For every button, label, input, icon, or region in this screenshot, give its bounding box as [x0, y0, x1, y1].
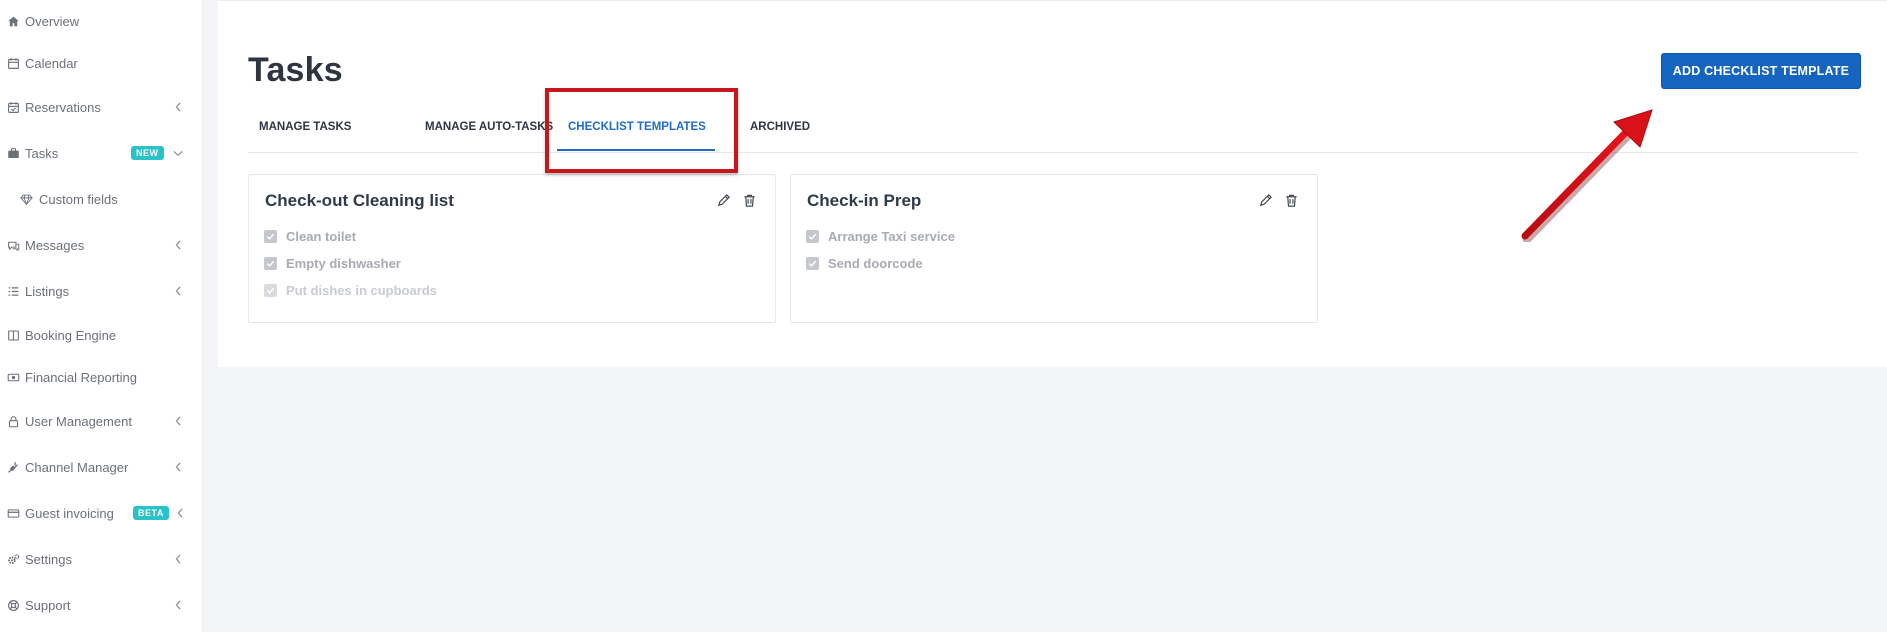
plug-icon — [6, 460, 20, 474]
home-icon — [6, 14, 20, 28]
card-actions — [715, 192, 757, 208]
sidebar-item-label: Channel Manager — [25, 459, 129, 475]
sidebar-item-booking-engine[interactable]: Booking Engine — [0, 320, 203, 350]
card-title: Check-out Cleaning list — [265, 191, 454, 210]
sidebar-item-label: Messages — [25, 237, 85, 253]
checklist-card: Check-out Cleaning list Clean toilet Emp… — [248, 174, 776, 323]
sidebar-item-custom-fields[interactable]: Custom fields — [0, 184, 203, 214]
checklist-card: Check-in Prep Arrange Taxi service Send … — [790, 174, 1318, 323]
sidebar-item-financial-reporting[interactable]: Financial Reporting — [0, 362, 203, 392]
list-icon — [6, 284, 20, 298]
card-title: Check-in Prep — [807, 191, 922, 210]
page-title: Tasks — [248, 51, 343, 89]
chevron-down-icon — [173, 146, 183, 160]
annotation-arrow-icon — [1521, 109, 1653, 242]
sidebar-item-overview[interactable]: Overview — [0, 6, 203, 36]
tab-manage-auto-tasks[interactable]: MANAGE AUTO-TASKS — [425, 121, 553, 133]
sidebar: Overview Calendar Reservations Tasks NEW… — [0, 0, 203, 632]
sidebar-item-label: User Management — [25, 413, 132, 429]
lock-icon — [6, 414, 20, 428]
sidebar-item-label: Overview — [25, 13, 80, 29]
briefcase-icon — [6, 146, 20, 160]
chevron-left-icon — [173, 100, 183, 114]
sidebar-item-label: Tasks — [25, 145, 59, 161]
chevron-left-icon — [173, 552, 183, 566]
sidebar-item-label: Financial Reporting — [25, 369, 138, 385]
pencil-icon[interactable] — [715, 192, 731, 208]
sidebar-item-settings[interactable]: Settings — [0, 544, 203, 574]
tab-manage-tasks[interactable]: MANAGE TASKS — [259, 121, 351, 133]
chat-icon — [6, 238, 20, 252]
checkbox[interactable] — [264, 257, 277, 270]
beta-badge: BETA — [133, 506, 169, 520]
sidebar-item-calendar[interactable]: Calendar — [0, 48, 203, 78]
sidebar-item-label: Reservations — [25, 99, 101, 115]
checklist-item: Clean toilet — [264, 229, 356, 244]
trash-icon[interactable] — [1283, 192, 1299, 208]
chevron-left-icon — [173, 598, 183, 612]
sidebar-item-label: Guest invoicing — [25, 505, 114, 521]
sidebar-item-label: Custom fields — [39, 191, 118, 207]
diamond-icon — [19, 192, 33, 206]
sidebar-item-tasks[interactable]: Tasks NEW — [0, 138, 203, 168]
checklist-item: Arrange Taxi service — [806, 229, 955, 244]
sidebar-item-label: Support — [25, 597, 71, 613]
lifebuoy-icon — [6, 598, 20, 612]
sidebar-item-user-management[interactable]: User Management — [0, 406, 203, 436]
sidebar-item-listings[interactable]: Listings — [0, 276, 203, 306]
annotation-highlight-box — [545, 88, 738, 173]
credit-card-icon — [6, 506, 20, 520]
sidebar-item-guest-invoicing[interactable]: Guest invoicing BETA — [0, 498, 203, 528]
book-icon — [6, 328, 20, 342]
calendar-icon — [6, 56, 20, 70]
sidebar-item-label: Listings — [25, 283, 70, 299]
sidebar-item-label: Booking Engine — [25, 327, 117, 343]
checklist-item: Send doorcode — [806, 256, 923, 271]
sidebar-item-label: Settings — [25, 551, 72, 567]
add-checklist-template-button[interactable]: ADD CHECKLIST TEMPLATE — [1661, 53, 1861, 89]
gears-icon — [6, 552, 20, 566]
chevron-left-icon — [173, 414, 183, 428]
calendar-check-icon — [6, 100, 20, 114]
sidebar-item-support[interactable]: Support — [0, 590, 203, 620]
checklist-item: Empty dishwasher — [264, 256, 401, 271]
checkbox[interactable] — [806, 230, 819, 243]
sidebar-item-label: Calendar — [25, 55, 78, 71]
chevron-left-icon — [175, 506, 185, 520]
new-badge: NEW — [131, 146, 164, 160]
sidebar-item-messages[interactable]: Messages — [0, 230, 203, 260]
checklist-item: Put dishes in cupboards — [264, 283, 437, 298]
checkbox[interactable] — [806, 257, 819, 270]
sidebar-item-channel-manager[interactable]: Channel Manager — [0, 452, 203, 482]
trash-icon[interactable] — [741, 192, 757, 208]
pencil-icon[interactable] — [1257, 192, 1273, 208]
checkbox[interactable] — [264, 230, 277, 243]
chevron-left-icon — [173, 460, 183, 474]
sidebar-item-reservations[interactable]: Reservations — [0, 92, 203, 122]
money-icon — [6, 370, 20, 384]
chevron-left-icon — [173, 284, 183, 298]
checkbox[interactable] — [264, 284, 277, 297]
card-actions — [1257, 192, 1299, 208]
tab-archived[interactable]: ARCHIVED — [750, 121, 810, 133]
chevron-left-icon — [173, 238, 183, 252]
